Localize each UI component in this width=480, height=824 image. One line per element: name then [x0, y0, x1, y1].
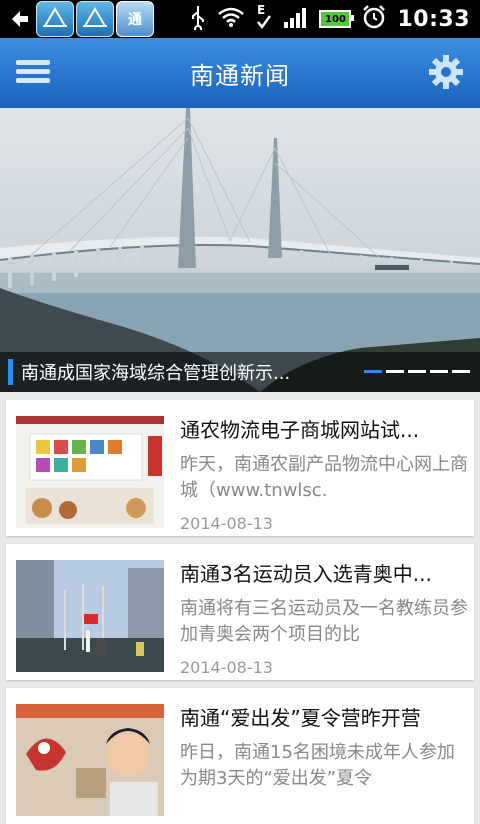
news-summary: 南通将有三名运动员及一名教练员参加青奥会两个项目的比: [180, 598, 468, 645]
slide-indicator: [364, 370, 470, 373]
status-bar: 通 E 100 10:33: [0, 0, 480, 38]
news-list: 通农物流电子商城网站试... 昨天，南通农副产品物流中心网上商城（www.tnw…: [0, 392, 480, 824]
news-thumbnail: [16, 704, 164, 816]
news-date: 2014-08-13: [180, 514, 273, 533]
nantong-app-icon: [76, 1, 114, 37]
news-summary: 昨日，南通15名困境未成年人参加为期3天的“爱出发”夏令: [180, 742, 455, 789]
news-item[interactable]: 南通3名运动员入选青奥中... 南通将有三名运动员及一名教练员参加青奥会两个项目…: [6, 544, 474, 680]
news-title: 南通“爱出发”夏令营昨开营: [180, 706, 421, 730]
news-title: 通农物流电子商城网站试...: [180, 418, 420, 442]
battery-icon: 100: [319, 10, 355, 28]
slide-dot[interactable]: [386, 370, 404, 373]
wifi-icon: [217, 6, 245, 32]
news-thumbnail: [16, 416, 164, 528]
news-summary: 昨天，南通农副产品物流中心网上商城（www.tnwlsc.: [180, 454, 468, 501]
slide-dot[interactable]: [430, 370, 448, 373]
usb-icon: [189, 4, 207, 34]
settings-button[interactable]: [428, 54, 464, 90]
banner-caption: 南通成国家海域综合管理创新示...: [21, 363, 291, 384]
menu-button[interactable]: [16, 56, 50, 88]
signal-bars-icon: [283, 6, 309, 32]
page-title: 南通新闻: [190, 61, 290, 90]
gear-icon: [429, 55, 463, 89]
featured-banner[interactable]: 南通成国家海域综合管理创新示...: [0, 108, 480, 392]
clock-time: 10:33: [397, 6, 470, 32]
caption-accent: [8, 359, 13, 385]
news-item[interactable]: 通农物流电子商城网站试... 昨天，南通农副产品物流中心网上商城（www.tnw…: [6, 400, 474, 536]
nantong-app-icon: 通: [116, 1, 154, 37]
news-item[interactable]: 南通“爱出发”夏令营昨开营 昨日，南通15名困境未成年人参加为期3天的“爱出发”…: [6, 688, 474, 824]
news-thumbnail: [16, 560, 164, 672]
back-icon[interactable]: [6, 5, 34, 33]
alarm-icon: [361, 4, 387, 34]
app-icon-label: 通: [128, 12, 142, 28]
slide-dot[interactable]: [408, 370, 426, 373]
banner-caption-bar: 南通成国家海域综合管理创新示...: [0, 352, 480, 392]
app-header: 南通新闻: [0, 38, 480, 108]
news-title: 南通3名运动员入选青奥中...: [180, 562, 432, 586]
menu-icon: [16, 60, 50, 65]
svg-text:E: E: [257, 3, 265, 17]
slide-dot[interactable]: [364, 370, 382, 373]
slide-dot[interactable]: [452, 370, 470, 373]
nantong-app-icon: [36, 1, 74, 37]
news-date: 2014-08-13: [180, 658, 273, 677]
signal-e-icon: E: [255, 2, 273, 36]
bridge-photo: [0, 108, 480, 392]
